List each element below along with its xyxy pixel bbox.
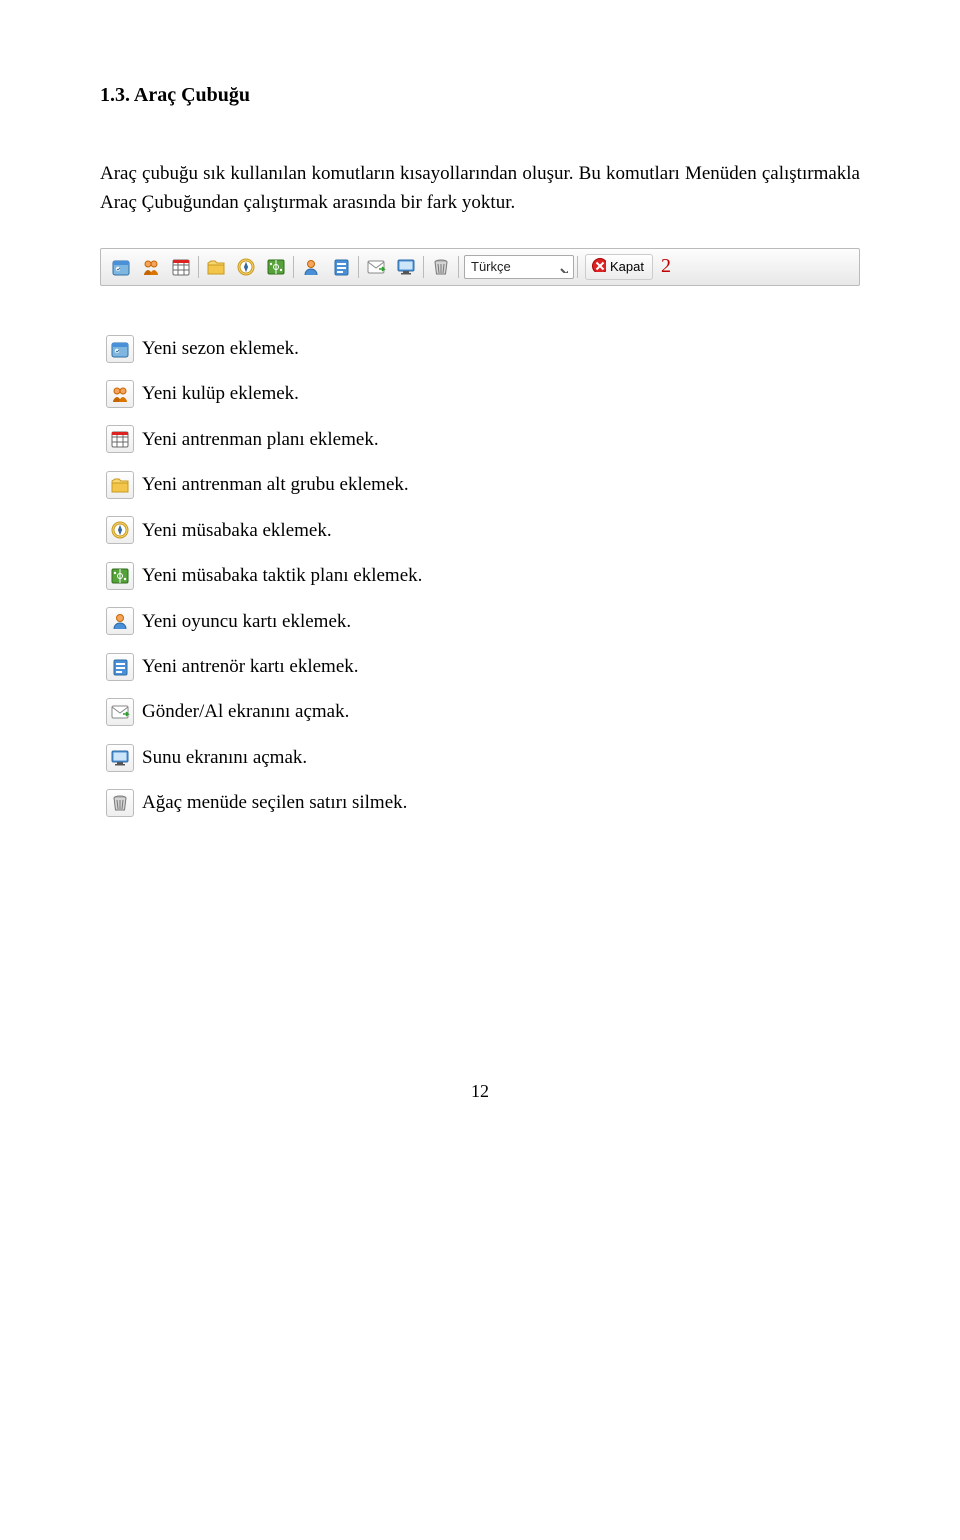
tb-new-coach[interactable]: [327, 253, 355, 281]
close-icon: [590, 256, 606, 278]
desc-row-player: Yeni oyuncu kartı eklemek.: [106, 607, 860, 636]
desc-row-delete: Ağaç menüde seçilen satırı silmek.: [106, 788, 860, 817]
tb-delete[interactable]: [427, 253, 455, 281]
desc-text: Gönder/Al ekranını açmak.: [142, 697, 349, 726]
desc-row-presentation: Sunu ekranını açmak.: [106, 743, 860, 772]
tb-new-tactic[interactable]: [262, 253, 290, 281]
desc-text: Yeni oyuncu kartı eklemek.: [142, 607, 351, 636]
tb-new-season[interactable]: [107, 253, 135, 281]
folder-icon: [206, 257, 226, 277]
toolbar: Türkçe Kapat 2: [100, 248, 860, 286]
toolbar-separator: [358, 256, 359, 278]
transfer-icon: [366, 257, 386, 277]
desc-row-season: Yeni sezon eklemek.: [106, 334, 860, 363]
desc-text: Sunu ekranını açmak.: [142, 743, 307, 772]
close-label: Kapat: [610, 257, 644, 277]
language-select[interactable]: Türkçe: [464, 255, 574, 279]
desc-row-match: Yeni müsabaka eklemek.: [106, 516, 860, 545]
page-number: 12: [100, 1078, 860, 1106]
compass-icon: [106, 516, 134, 544]
desc-text: Yeni kulüp eklemek.: [142, 379, 299, 408]
club-icon: [106, 380, 134, 408]
compass-icon: [236, 257, 256, 277]
desc-text: Yeni müsabaka eklemek.: [142, 516, 332, 545]
season-icon: [106, 335, 134, 363]
trash-icon: [106, 789, 134, 817]
desc-text: Yeni antrenör kartı eklemek.: [142, 652, 359, 681]
intro-paragraph: Araç çubuğu sık kullanılan komutların kı…: [100, 159, 860, 218]
folder-icon: [106, 471, 134, 499]
language-value: Türkçe: [471, 257, 511, 277]
callout-number: 2: [661, 251, 671, 282]
trash-icon: [431, 257, 451, 277]
plan-icon: [171, 257, 191, 277]
toolbar-separator: [293, 256, 294, 278]
tb-new-player[interactable]: [297, 253, 325, 281]
player-icon: [301, 257, 321, 277]
player-icon: [106, 607, 134, 635]
coach-icon: [106, 653, 134, 681]
tb-new-match[interactable]: [232, 253, 260, 281]
toolbar-separator: [423, 256, 424, 278]
icon-description-list: Yeni sezon eklemek. Yeni kulüp eklemek. …: [100, 334, 860, 818]
monitor-icon: [106, 744, 134, 772]
tb-presentation[interactable]: [392, 253, 420, 281]
tb-new-subgroup[interactable]: [202, 253, 230, 281]
desc-text: Yeni antrenman alt grubu eklemek.: [142, 470, 409, 499]
desc-row-transfer: Gönder/Al ekranını açmak.: [106, 697, 860, 726]
desc-text: Yeni antrenman planı eklemek.: [142, 425, 379, 454]
plan-icon: [106, 425, 134, 453]
club-icon: [141, 257, 161, 277]
coach-icon: [331, 257, 351, 277]
toolbar-separator: [458, 256, 459, 278]
section-heading: 1.3. Araç Çubuğu: [100, 80, 860, 111]
chevron-down-icon: [555, 260, 569, 274]
desc-text: Yeni sezon eklemek.: [142, 334, 299, 363]
transfer-icon: [106, 698, 134, 726]
desc-text: Yeni müsabaka taktik planı eklemek.: [142, 561, 422, 590]
desc-row-club: Yeni kulüp eklemek.: [106, 379, 860, 408]
monitor-icon: [396, 257, 416, 277]
desc-text: Ağaç menüde seçilen satırı silmek.: [142, 788, 407, 817]
tactic-icon: [266, 257, 286, 277]
desc-row-plan: Yeni antrenman planı eklemek.: [106, 425, 860, 454]
tb-new-plan[interactable]: [167, 253, 195, 281]
toolbar-separator: [198, 256, 199, 278]
tb-transfer[interactable]: [362, 253, 390, 281]
tb-new-club[interactable]: [137, 253, 165, 281]
close-button[interactable]: Kapat: [585, 254, 653, 280]
desc-row-coach: Yeni antrenör kartı eklemek.: [106, 652, 860, 681]
desc-row-tactic: Yeni müsabaka taktik planı eklemek.: [106, 561, 860, 590]
desc-row-subgroup: Yeni antrenman alt grubu eklemek.: [106, 470, 860, 499]
toolbar-separator: [577, 256, 578, 278]
season-icon: [111, 257, 131, 277]
tactic-icon: [106, 562, 134, 590]
